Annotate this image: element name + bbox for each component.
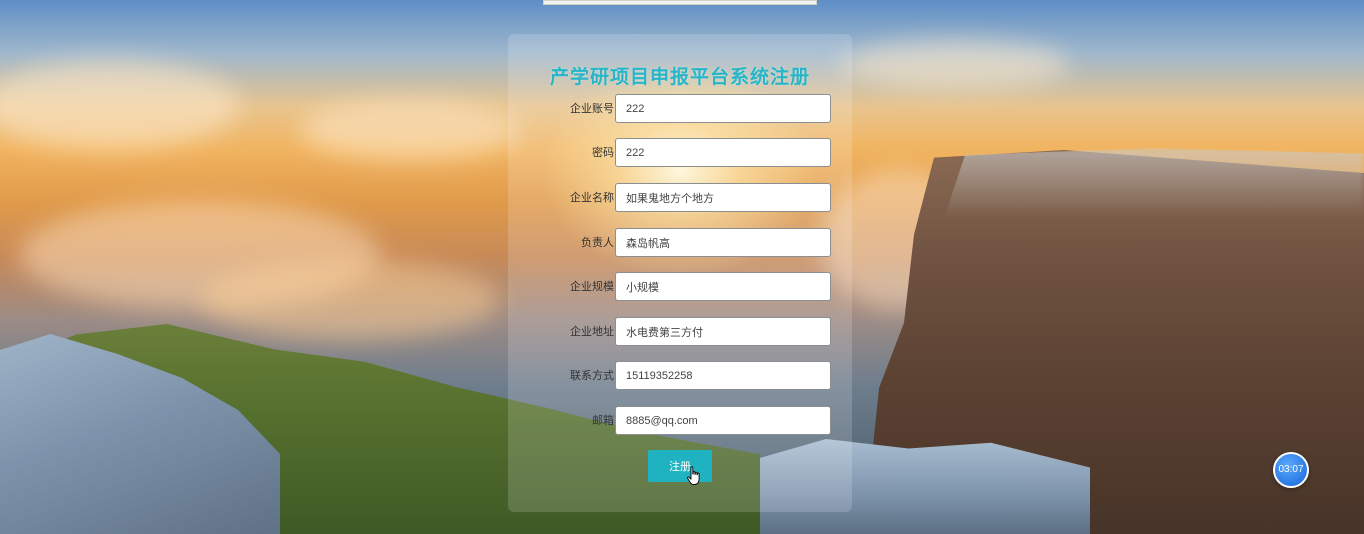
register-button[interactable]: 注册	[648, 450, 712, 482]
field-label: 联系方式	[570, 370, 614, 382]
field-label: 负责人	[581, 237, 614, 249]
cloud	[200, 260, 500, 340]
company-name-input[interactable]	[615, 183, 831, 212]
field-row-password: 密码	[508, 138, 852, 168]
field-label: 企业名称	[570, 192, 614, 204]
password-input[interactable]	[615, 138, 831, 167]
address-input[interactable]	[615, 317, 831, 346]
field-row-company-name: 企业名称	[508, 183, 852, 213]
field-label: 密码	[592, 147, 614, 159]
field-row-phone: 联系方式	[508, 361, 852, 391]
timer-badge[interactable]: 03:07	[1273, 452, 1309, 488]
cloud	[840, 40, 1070, 90]
manager-input[interactable]	[615, 228, 831, 257]
account-input[interactable]	[615, 94, 831, 123]
field-label: 企业账号	[570, 103, 614, 115]
email-input[interactable]	[615, 406, 831, 435]
company-scale-input[interactable]	[615, 272, 831, 301]
field-label: 企业规模	[570, 281, 614, 293]
field-label: 企业地址	[570, 326, 614, 338]
field-row-manager: 负责人	[508, 228, 852, 258]
page-title: 产学研项目申报平台系统注册	[549, 67, 810, 88]
top-bar	[543, 0, 817, 5]
field-label: 邮箱	[592, 415, 614, 427]
field-row-email: 邮箱	[508, 406, 852, 436]
hand-pointer-icon	[687, 466, 700, 485]
field-row-scale: 企业规模	[508, 272, 852, 302]
phone-input[interactable]	[615, 361, 831, 390]
cloud	[300, 100, 520, 160]
cloud	[0, 60, 240, 150]
field-row-account: 企业账号	[508, 94, 852, 124]
cliff-mist	[944, 148, 1364, 218]
field-row-address: 企业地址	[508, 317, 852, 347]
